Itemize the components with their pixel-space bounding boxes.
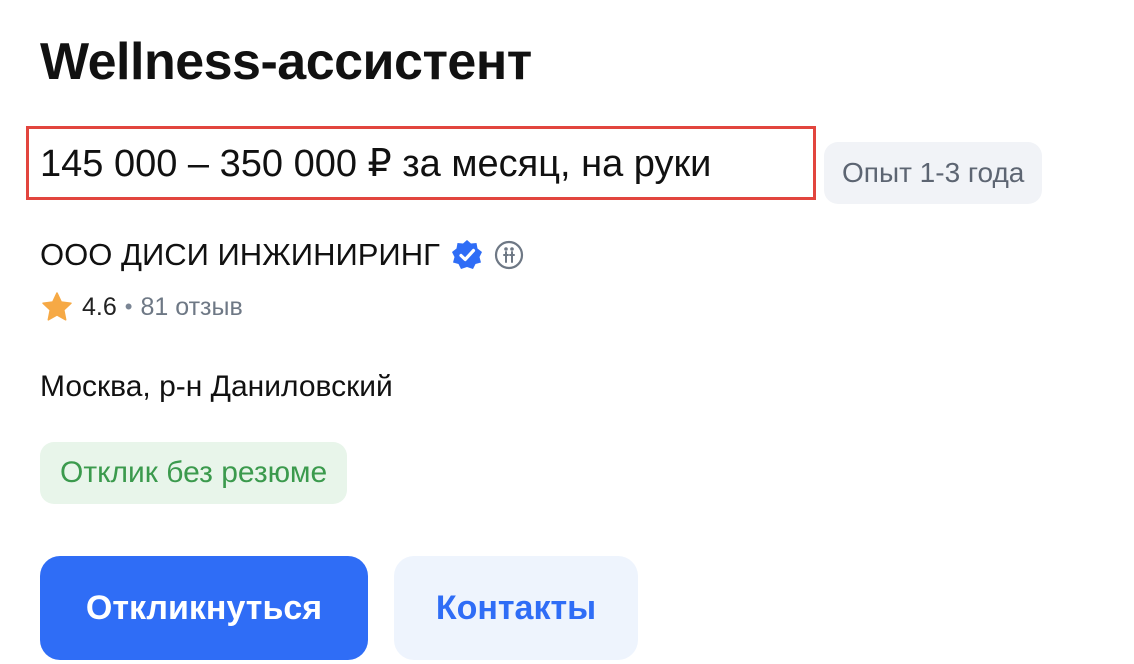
rating-row[interactable]: 4.6 • 81 отзыв xyxy=(40,290,1134,324)
rating-value: 4.6 xyxy=(82,292,117,321)
salary-text: 145 000 – 350 000 ₽ за месяц, на руки xyxy=(40,143,712,185)
respond-button[interactable]: Откликнуться xyxy=(40,556,368,660)
accessible-employer-icon[interactable] xyxy=(494,240,524,270)
contacts-button[interactable]: Контакты xyxy=(394,556,638,660)
company-row: ООО ДИСИ ИНЖИНИРИНГ xyxy=(40,232,1134,278)
verified-badge-icon[interactable] xyxy=(450,238,484,272)
company-name-link[interactable]: ООО ДИСИ ИНЖИНИРИНГ xyxy=(40,235,440,275)
salary-row: 145 000 – 350 000 ₽ за месяц, на руки Оп… xyxy=(26,126,1134,204)
action-buttons: Откликнуться Контакты xyxy=(40,556,1134,660)
star-icon xyxy=(40,290,74,324)
experience-badge: Опыт 1-3 года xyxy=(824,142,1043,204)
rating-separator: • xyxy=(124,294,133,319)
vacancy-title: Wellness-ассистент xyxy=(40,33,532,91)
vacancy-location: Москва, р-н Даниловский xyxy=(40,370,393,403)
no-resume-badge: Отклик без резюме xyxy=(40,442,348,504)
vacancy-header: Wellness-ассистент 145 000 – 350 000 ₽ з… xyxy=(26,28,1134,660)
reviews-count-link[interactable]: 81 отзыв xyxy=(140,293,242,322)
